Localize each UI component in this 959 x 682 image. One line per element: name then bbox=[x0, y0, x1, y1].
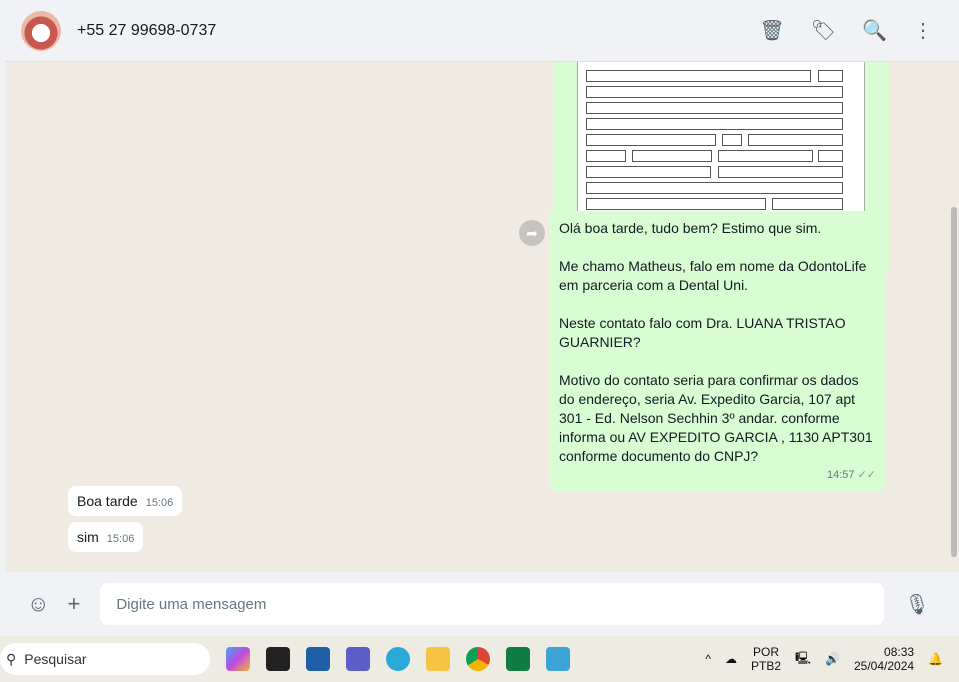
incoming-message: Boa tarde 15:06 bbox=[68, 486, 183, 516]
search-icon[interactable]: 🔍 bbox=[862, 18, 887, 43]
taskbar: ⚲ Pesquisar ^ ☁ POR PTB2 🖳 🔊 08:33 25/04/20… bbox=[0, 636, 959, 682]
notification-bell-icon[interactable]: 🔔 bbox=[928, 652, 943, 666]
clock[interactable]: 08:33 25/04/2024 bbox=[854, 645, 914, 673]
avatar[interactable] bbox=[21, 10, 61, 51]
notepad-icon[interactable] bbox=[546, 647, 570, 671]
file-explorer-icon[interactable] bbox=[426, 647, 450, 671]
volume-icon[interactable]: 🔊 bbox=[825, 652, 840, 666]
emoji-icon[interactable]: ☺ bbox=[27, 591, 49, 617]
composer: ☺ + Digite uma mensagem 🎙 bbox=[5, 572, 959, 636]
date: 25/04/2024 bbox=[853, 659, 915, 673]
double-check-icon: ✓✓ bbox=[857, 469, 876, 481]
trash-icon[interactable]: 🗑 bbox=[759, 18, 784, 43]
incoming-message: sim 15:06 bbox=[68, 522, 144, 552]
outgoing-message: Olá boa tarde, tudo bem? Estimo que sim.… bbox=[549, 211, 886, 491]
cloud-off-icon[interactable]: ☁ bbox=[725, 652, 737, 666]
plus-icon[interactable]: + bbox=[67, 591, 80, 617]
network-icon[interactable]: 🖳 bbox=[795, 649, 811, 670]
contact-name[interactable]: +55 27 99698-0737 bbox=[77, 22, 216, 40]
teams-icon[interactable] bbox=[346, 647, 370, 671]
language-indicator[interactable]: POR PTB2 bbox=[751, 645, 781, 673]
message-time: 15:06 bbox=[145, 497, 174, 509]
forward-icon[interactable]: ➦ bbox=[519, 220, 545, 246]
chrome-icon[interactable] bbox=[466, 647, 490, 671]
search-icon: ⚲ bbox=[6, 650, 17, 667]
task-view-icon[interactable] bbox=[266, 647, 290, 671]
chat-header: +55 27 99698-0737 🗑 🏷 🔍 ⋮ bbox=[5, 0, 959, 62]
copilot-icon[interactable] bbox=[226, 647, 250, 671]
edge-icon[interactable] bbox=[386, 647, 410, 671]
message-time: 15:06 bbox=[106, 533, 135, 545]
lang-code: POR bbox=[753, 645, 780, 659]
taskbar-search[interactable]: ⚲ Pesquisar bbox=[0, 643, 210, 675]
excel-icon[interactable] bbox=[506, 647, 530, 671]
mic-icon[interactable]: 🎙 bbox=[904, 592, 929, 617]
menu-icon[interactable]: ⋮ bbox=[913, 18, 933, 43]
time: 08:33 bbox=[884, 645, 915, 659]
scrollbar[interactable] bbox=[951, 207, 957, 557]
store-icon[interactable] bbox=[306, 647, 330, 671]
message-time: 14:57 bbox=[826, 469, 855, 481]
chat-area: ➦ Olá boa tarde, tudo bem? Estimo que si… bbox=[5, 62, 959, 572]
message-text: Olá boa tarde, tudo bem? Estimo que sim.… bbox=[559, 220, 873, 464]
message-text: Boa tarde bbox=[77, 493, 138, 509]
message-text: sim bbox=[77, 529, 99, 545]
keyboard-layout: PTB2 bbox=[751, 659, 782, 673]
search-label: Pesquisar bbox=[24, 651, 87, 667]
label-icon[interactable]: 🏷 bbox=[811, 18, 836, 43]
message-input[interactable]: Digite uma mensagem bbox=[100, 583, 885, 625]
chevron-up-icon[interactable]: ^ bbox=[705, 652, 711, 666]
